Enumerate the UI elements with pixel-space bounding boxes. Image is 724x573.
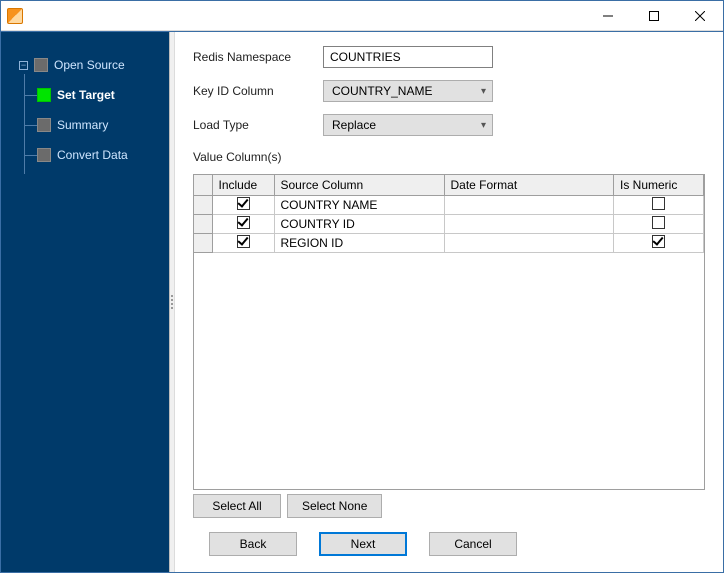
step-box-icon [37, 118, 51, 132]
include-checkbox[interactable] [237, 197, 250, 210]
source-column-cell[interactable]: COUNTRY NAME [274, 195, 444, 214]
titlebar [1, 1, 723, 31]
include-cell[interactable] [212, 233, 274, 252]
chevron-down-icon: ▾ [481, 120, 486, 131]
is-numeric-cell[interactable] [614, 233, 704, 252]
maximize-button[interactable] [631, 1, 677, 30]
minimize-button[interactable] [585, 1, 631, 30]
is-numeric-checkbox[interactable] [652, 197, 665, 210]
cancel-button[interactable]: Cancel [429, 532, 517, 556]
collapse-icon[interactable]: − [19, 61, 28, 70]
step-set-target[interactable]: Set Target [9, 80, 169, 110]
step-label: Summary [57, 118, 108, 132]
step-label: Set Target [57, 88, 115, 102]
main-panel: Redis Namespace Key ID Column COUNTRY_NA… [175, 32, 723, 572]
key-id-column-value: COUNTRY_NAME [332, 84, 432, 98]
select-none-button[interactable]: Select None [287, 494, 382, 518]
next-button[interactable]: Next [319, 532, 407, 556]
include-checkbox[interactable] [237, 216, 250, 229]
source-column-cell[interactable]: REGION ID [274, 233, 444, 252]
close-button[interactable] [677, 1, 723, 30]
row-header[interactable] [194, 195, 212, 214]
splitter[interactable] [169, 32, 175, 572]
col-isnumeric[interactable]: Is Numeric [614, 175, 704, 195]
step-box-icon [37, 88, 51, 102]
app-icon [7, 8, 23, 24]
row-header[interactable] [194, 233, 212, 252]
is-numeric-checkbox[interactable] [652, 216, 665, 229]
chevron-down-icon: ▾ [481, 86, 486, 97]
step-label: Convert Data [57, 148, 128, 162]
key-id-column-label: Key ID Column [193, 84, 323, 98]
wizard-window: − Open Source Set Target Summary Co [0, 0, 724, 573]
back-button[interactable]: Back [209, 532, 297, 556]
select-all-button[interactable]: Select All [193, 494, 281, 518]
row-header-blank [194, 175, 212, 195]
step-label: Open Source [54, 58, 125, 72]
include-cell[interactable] [212, 214, 274, 233]
step-convert-data[interactable]: Convert Data [9, 140, 169, 170]
load-type-label: Load Type [193, 118, 323, 132]
step-summary[interactable]: Summary [9, 110, 169, 140]
is-numeric-cell[interactable] [614, 195, 704, 214]
table-row: REGION ID [194, 233, 704, 252]
date-format-cell[interactable] [444, 233, 614, 252]
key-id-column-select[interactable]: COUNTRY_NAME ▾ [323, 80, 493, 102]
load-type-value: Replace [332, 118, 376, 132]
redis-namespace-label: Redis Namespace [193, 50, 323, 64]
date-format-cell[interactable] [444, 214, 614, 233]
source-column-cell[interactable]: COUNTRY ID [274, 214, 444, 233]
steps-sidebar: − Open Source Set Target Summary Co [1, 32, 169, 572]
window-controls [585, 1, 723, 30]
col-dateformat[interactable]: Date Format [444, 175, 614, 195]
col-source[interactable]: Source Column [274, 175, 444, 195]
redis-namespace-input[interactable] [323, 46, 493, 68]
is-numeric-cell[interactable] [614, 214, 704, 233]
load-type-select[interactable]: Replace ▾ [323, 114, 493, 136]
value-columns-grid: Include Source Column Date Format Is Num… [193, 174, 705, 490]
step-box-icon [34, 58, 48, 72]
value-columns-label: Value Column(s) [193, 150, 705, 164]
col-include[interactable]: Include [212, 175, 274, 195]
step-box-icon [37, 148, 51, 162]
is-numeric-checkbox[interactable] [652, 235, 665, 248]
include-checkbox[interactable] [237, 235, 250, 248]
table-row: COUNTRY ID [194, 214, 704, 233]
include-cell[interactable] [212, 195, 274, 214]
date-format-cell[interactable] [444, 195, 614, 214]
row-header[interactable] [194, 214, 212, 233]
table-row: COUNTRY NAME [194, 195, 704, 214]
step-open-source[interactable]: − Open Source [9, 50, 169, 80]
